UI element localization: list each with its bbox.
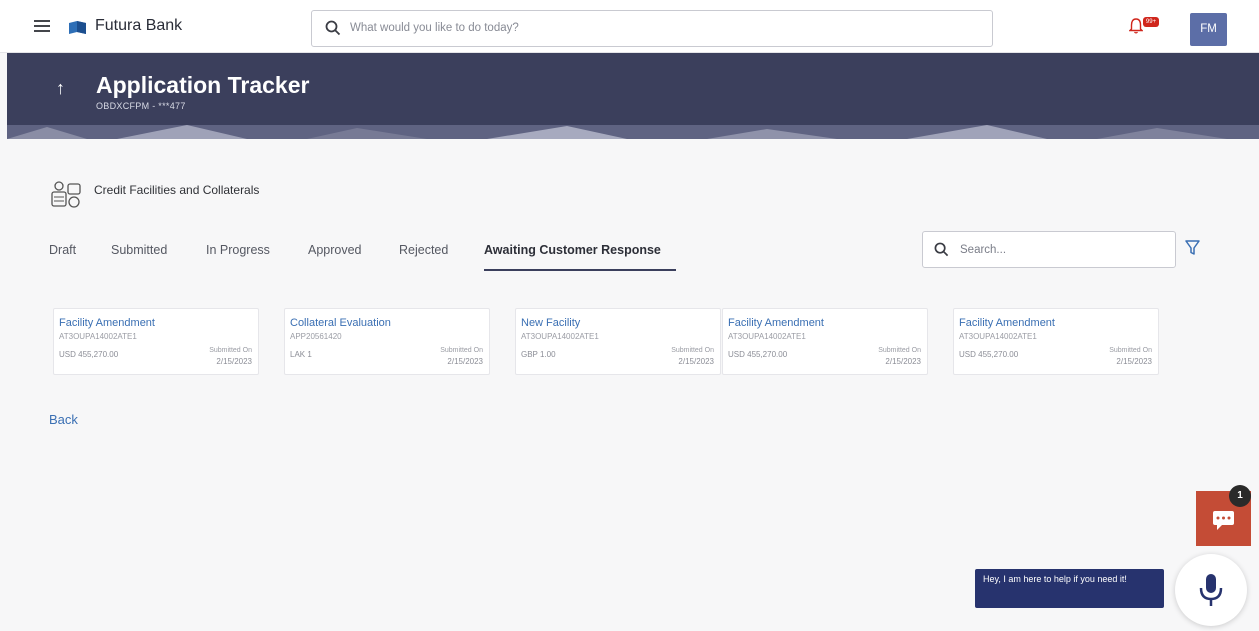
back-arrow-icon[interactable]: ↑ (56, 78, 65, 99)
card-submitted-date: 2/15/2023 (678, 357, 714, 366)
card-submitted-label: Submitted On (878, 347, 921, 354)
card-submitted-date: 2/15/2023 (885, 357, 921, 366)
voice-assistant-button[interactable] (1175, 554, 1247, 626)
credit-facilities-icon (51, 181, 81, 208)
page-title: Application Tracker (96, 72, 310, 98)
global-search-input[interactable]: What would you like to do today? (311, 10, 993, 47)
card-title: Collateral Evaluation (290, 317, 391, 329)
tab-rejected[interactable]: Rejected (399, 243, 448, 257)
section-title: Credit Facilities and Collaterals (94, 183, 260, 197)
card-submitted-date: 2/15/2023 (1116, 357, 1152, 366)
card-title: Facility Amendment (59, 317, 155, 329)
card-reference: APP20561420 (290, 332, 342, 341)
card-submitted-label: Submitted On (440, 347, 483, 354)
card-submitted-date: 2/15/2023 (216, 357, 252, 366)
notification-count-badge: 99+ (1143, 17, 1159, 27)
chatbot-greeting-bubble: Hey, I am here to help if you need it! (975, 569, 1164, 608)
application-card[interactable]: New Facility AT3OUPA14002ATE1 GBP 1.00 S… (515, 308, 721, 375)
card-amount: USD 455,270.00 (959, 350, 1019, 359)
filter-icon[interactable] (1185, 240, 1200, 256)
tab-in-progress[interactable]: In Progress (206, 243, 270, 257)
card-submitted-date: 2/15/2023 (447, 357, 483, 366)
active-tab-indicator (484, 269, 676, 271)
tab-awaiting-customer-response[interactable]: Awaiting Customer Response (484, 243, 661, 257)
card-reference: AT3OUPA14002ATE1 (728, 332, 806, 341)
global-search-placeholder: What would you like to do today? (350, 22, 519, 34)
bank-logo-icon (69, 21, 86, 34)
tab-approved[interactable]: Approved (308, 243, 362, 257)
search-placeholder: Search... (960, 244, 1007, 256)
card-submitted-label: Submitted On (1109, 347, 1152, 354)
page-subtitle: OBDXCFPM - ***477 (96, 101, 186, 111)
search-icon (934, 242, 949, 257)
card-title: Facility Amendment (959, 317, 1055, 329)
chat-unread-badge: 1 (1229, 485, 1251, 507)
tab-draft[interactable]: Draft (49, 243, 76, 257)
brand-name[interactable]: Futura Bank (95, 17, 182, 35)
card-title: New Facility (521, 317, 581, 329)
application-card[interactable]: Facility Amendment AT3OUPA14002ATE1 USD … (722, 308, 928, 375)
card-reference: AT3OUPA14002ATE1 (59, 332, 137, 341)
application-card[interactable]: Facility Amendment AT3OUPA14002ATE1 USD … (953, 308, 1159, 375)
application-card[interactable]: Collateral Evaluation APP20561420 LAK 1 … (284, 308, 490, 375)
card-submitted-label: Submitted On (209, 347, 252, 354)
card-submitted-label: Submitted On (671, 347, 714, 354)
card-title: Facility Amendment (728, 317, 824, 329)
card-amount: USD 455,270.00 (59, 350, 119, 359)
card-amount: USD 455,270.00 (728, 350, 788, 359)
user-avatar[interactable]: FM (1190, 13, 1227, 46)
card-amount: LAK 1 (290, 350, 312, 359)
search-icon (325, 20, 341, 36)
application-card[interactable]: Facility Amendment AT3OUPA14002ATE1 USD … (53, 308, 259, 375)
card-reference: AT3OUPA14002ATE1 (521, 332, 599, 341)
hamburger-menu-icon[interactable] (34, 20, 50, 32)
search-input[interactable]: Search... (922, 231, 1176, 268)
microphone-icon (1199, 574, 1223, 606)
back-link[interactable]: Back (49, 412, 78, 427)
card-reference: AT3OUPA14002ATE1 (959, 332, 1037, 341)
notification-bell-icon[interactable] (1129, 18, 1143, 34)
tab-submitted[interactable]: Submitted (111, 243, 167, 257)
card-amount: GBP 1.00 (521, 350, 556, 359)
decorative-banner-strip (7, 125, 1259, 139)
